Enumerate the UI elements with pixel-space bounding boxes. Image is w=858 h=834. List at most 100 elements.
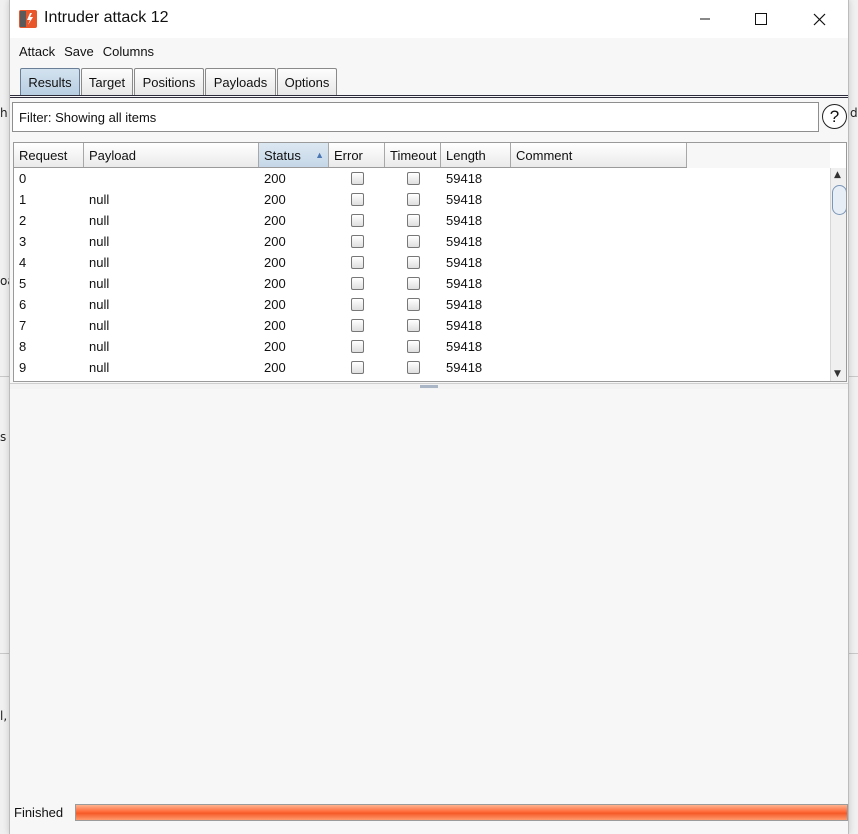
menu-attack[interactable]: Attack [19, 44, 55, 59]
maximize-icon [755, 13, 767, 25]
column-status[interactable]: Status ▲ [259, 143, 329, 167]
timeout-checkbox[interactable] [406, 193, 420, 206]
cell-payload: null [89, 339, 110, 354]
cell-length: 59418 [446, 339, 483, 354]
column-status-label: Status [264, 147, 301, 163]
background-divider [848, 376, 858, 377]
cell-error [329, 231, 385, 252]
cell-comment [511, 189, 687, 210]
table-row[interactable]: 1 null 200 59418 [14, 189, 830, 210]
timeout-checkbox[interactable] [406, 319, 420, 332]
help-button[interactable]: ? [822, 104, 847, 129]
cell-payload: null [89, 276, 110, 291]
cell-error [329, 294, 385, 315]
error-checkbox[interactable] [350, 277, 364, 290]
column-payload[interactable]: Payload [84, 143, 259, 167]
cell-length: 59418 [446, 234, 483, 249]
minimize-button[interactable] [676, 0, 734, 38]
error-checkbox[interactable] [350, 172, 364, 185]
tab-options[interactable]: Options [277, 68, 337, 95]
timeout-checkbox[interactable] [406, 172, 420, 185]
cell-length: 59418 [446, 255, 483, 270]
cell-comment [511, 273, 687, 294]
tab-bar: Results Target Positions Payloads Option… [10, 64, 848, 98]
filter-bar[interactable]: Filter: Showing all items [12, 102, 819, 132]
table-row[interactable]: 8 null 200 59418 [14, 336, 830, 357]
cell-error [329, 315, 385, 336]
column-timeout[interactable]: Timeout [385, 143, 441, 167]
table-row[interactable]: 5 null 200 59418 [14, 273, 830, 294]
error-checkbox[interactable] [350, 193, 364, 206]
tab-target[interactable]: Target [81, 68, 133, 95]
results-table: Request Payload Status ▲ Error Timeout L… [13, 142, 847, 382]
cell-comment [511, 231, 687, 252]
error-checkbox[interactable] [350, 361, 364, 374]
error-checkbox[interactable] [350, 214, 364, 227]
background-divider [848, 653, 858, 654]
table-row[interactable]: 4 null 200 59418 [14, 252, 830, 273]
table-row[interactable]: 9 null 200 59418 [14, 357, 830, 378]
table-row[interactable]: 6 null 200 59418 [14, 294, 830, 315]
scroll-up-icon[interactable]: ▲ [834, 170, 841, 180]
menu-columns[interactable]: Columns [103, 44, 154, 59]
timeout-checkbox[interactable] [406, 340, 420, 353]
column-request[interactable]: Request [14, 143, 84, 167]
cell-request: 2 [19, 213, 27, 228]
splitter-grip-icon[interactable] [420, 385, 438, 388]
timeout-checkbox[interactable] [406, 235, 420, 248]
cell-status: 200 [264, 318, 286, 333]
close-button[interactable] [790, 0, 848, 38]
timeout-checkbox[interactable] [406, 256, 420, 269]
cell-comment [511, 252, 687, 273]
cell-length: 59418 [446, 171, 483, 186]
cell-comment [511, 357, 687, 378]
error-checkbox[interactable] [350, 235, 364, 248]
cell-timeout [385, 252, 441, 273]
cell-status: 200 [264, 213, 286, 228]
cell-error [329, 336, 385, 357]
table-row[interactable]: 2 null 200 59418 [14, 210, 830, 231]
maximize-button[interactable] [732, 0, 790, 38]
column-error[interactable]: Error [329, 143, 385, 167]
table-row[interactable]: 7 null 200 59418 [14, 315, 830, 336]
cell-comment [511, 294, 687, 315]
error-checkbox[interactable] [350, 319, 364, 332]
cell-status: 200 [264, 276, 286, 291]
timeout-checkbox[interactable] [406, 214, 420, 227]
cell-request: 5 [19, 276, 27, 291]
cell-status: 200 [264, 360, 286, 375]
cell-error [329, 252, 385, 273]
error-checkbox[interactable] [350, 256, 364, 269]
timeout-checkbox[interactable] [406, 277, 420, 290]
sort-ascending-icon: ▲ [315, 150, 324, 160]
column-comment[interactable]: Comment [511, 143, 687, 167]
error-checkbox[interactable] [350, 340, 364, 353]
timeout-checkbox[interactable] [406, 361, 420, 374]
window-title: Intruder attack 12 [44, 9, 169, 26]
cell-request: 9 [19, 360, 27, 375]
cell-timeout [385, 273, 441, 294]
scroll-down-icon[interactable]: ▼ [834, 369, 841, 379]
table-row[interactable]: 3 null 200 59418 [14, 231, 830, 252]
tab-results[interactable]: Results [20, 68, 80, 95]
table-row[interactable]: 0 200 59418 [14, 168, 830, 189]
tab-positions[interactable]: Positions [134, 68, 204, 95]
cell-status: 200 [264, 171, 286, 186]
vertical-scrollbar[interactable]: ▲ ▼ [830, 168, 846, 381]
error-checkbox[interactable] [350, 298, 364, 311]
cell-error [329, 273, 385, 294]
close-icon [813, 13, 825, 25]
title-bar[interactable]: Intruder attack 12 [10, 0, 848, 38]
status-bar: Finished [10, 800, 848, 826]
cell-length: 59418 [446, 213, 483, 228]
table-header: Request Payload Status ▲ Error Timeout L… [14, 143, 830, 168]
scroll-thumb[interactable] [832, 185, 846, 215]
menu-save[interactable]: Save [64, 44, 94, 59]
cell-length: 59418 [446, 192, 483, 207]
cell-status: 200 [264, 339, 286, 354]
tab-payloads[interactable]: Payloads [205, 68, 276, 95]
header-filler [687, 143, 830, 168]
timeout-checkbox[interactable] [406, 298, 420, 311]
cell-timeout [385, 336, 441, 357]
column-length[interactable]: Length [441, 143, 511, 167]
